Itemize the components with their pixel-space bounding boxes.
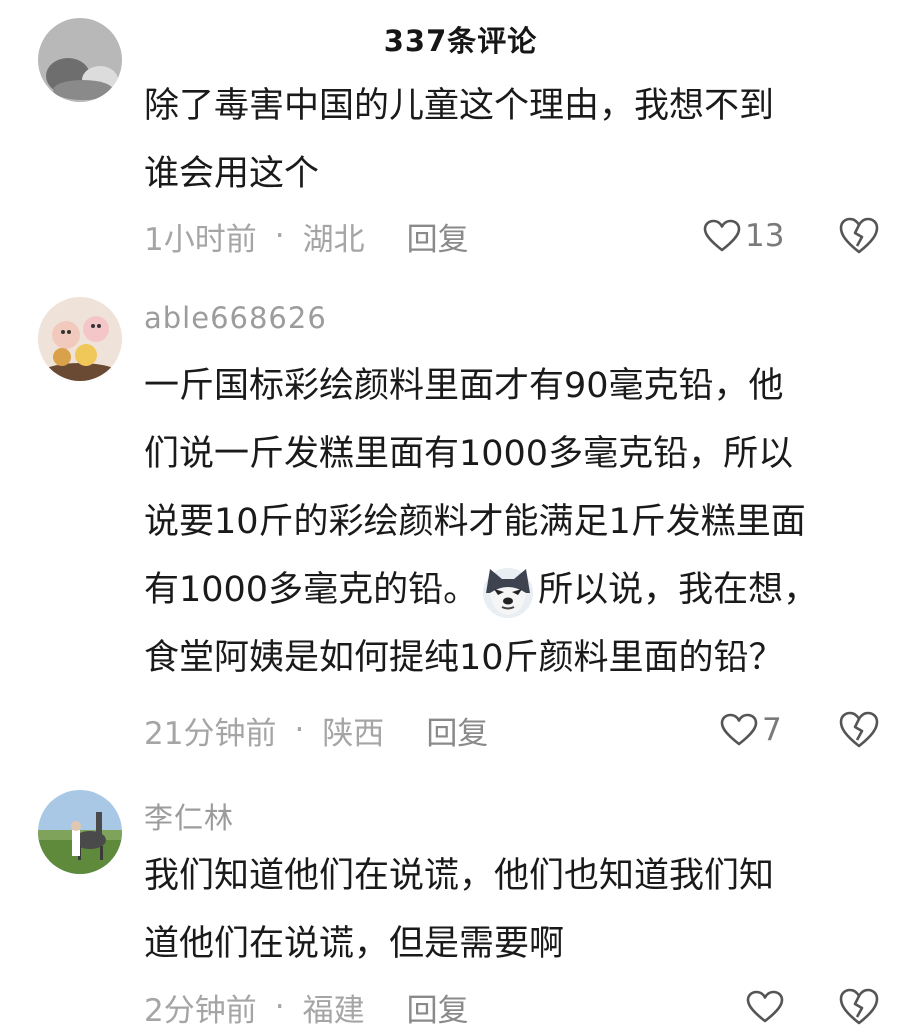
dog-emoji-icon <box>483 568 534 618</box>
like-button[interactable]: 7 <box>720 706 782 754</box>
username[interactable]: 李仁林 <box>144 795 234 837</box>
comment-line: 谁会用这个 <box>144 154 320 194</box>
comment-count-title: 337条评论 <box>383 24 538 58</box>
comment-line-part: 所以说，我在想， <box>538 570 819 610</box>
separator-dot: · <box>274 218 285 254</box>
heart-icon <box>720 713 758 746</box>
comment-line: 除了毒害中国的儿童这个理由，我想不到 <box>144 86 775 126</box>
avatar[interactable] <box>38 18 122 102</box>
reply-button[interactable]: 回复 <box>407 214 469 259</box>
comment-location: 陕西 <box>322 715 385 752</box>
separator-dot: · <box>294 712 305 748</box>
comment-line: 道他们在说谎，但是需要啊 <box>144 924 565 964</box>
comment-location: 湖北 <box>302 221 365 258</box>
comment-text: 我们知道他们在说谎，他们也知道我们知 道他们在说谎，但是需要啊 <box>144 842 884 978</box>
like-button[interactable]: 13 <box>703 212 784 260</box>
avatar[interactable] <box>38 297 122 381</box>
like-count: 13 <box>745 218 785 254</box>
broken-heart-icon[interactable] <box>838 986 880 1028</box>
comment-line: 我们知道他们在说谎，他们也知道我们知 <box>144 856 775 896</box>
comments-header: 337条评论 <box>0 0 921 78</box>
broken-heart-icon[interactable] <box>838 709 880 751</box>
comment-line: 说要10斤的彩绘颜料才能满足1斤发糕里面 <box>144 502 806 542</box>
comment-text: 除了毒害中国的儿童这个理由，我想不到 谁会用这个 <box>144 72 884 208</box>
comment-location: 福建 <box>302 992 365 1029</box>
comment-text: 一斤国标彩绘颜料里面才有90毫克铅，他 们说一斤发糕里面有1000多毫克铅，所以… <box>144 352 884 692</box>
like-button[interactable] <box>746 983 788 1031</box>
heart-icon <box>703 219 741 252</box>
comment-time: 21分钟前 <box>144 715 277 752</box>
comment-meta: 1小时前 · 湖北 回复 <box>144 212 469 260</box>
comment-time: 2分钟前 <box>144 992 257 1029</box>
comment-line: 一斤国标彩绘颜料里面才有90毫克铅，他 <box>144 366 784 406</box>
comment-time: 1小时前 <box>144 221 257 258</box>
reply-button[interactable]: 回复 <box>407 985 469 1030</box>
comment-line-part: 有1000多毫克的铅。 <box>144 570 479 610</box>
comment-line: 食堂阿姨是如何提纯10斤颜料里面的铅？ <box>144 638 784 678</box>
comment-meta: 21分钟前 · 陕西 回复 <box>144 706 488 754</box>
comment-meta: 2分钟前 · 福建 回复 <box>144 983 469 1031</box>
reply-button[interactable]: 回复 <box>426 708 488 753</box>
comment-line: 有1000多毫克的铅。 所以说，我在想， <box>144 556 884 624</box>
separator-dot: · <box>274 989 285 1025</box>
avatar[interactable] <box>38 790 122 874</box>
username[interactable]: able668626 <box>144 301 327 335</box>
broken-heart-icon[interactable] <box>838 215 880 257</box>
heart-icon <box>746 990 784 1023</box>
like-count: 7 <box>762 712 782 748</box>
comment-line: 们说一斤发糕里面有1000多毫克铅，所以 <box>144 434 794 474</box>
